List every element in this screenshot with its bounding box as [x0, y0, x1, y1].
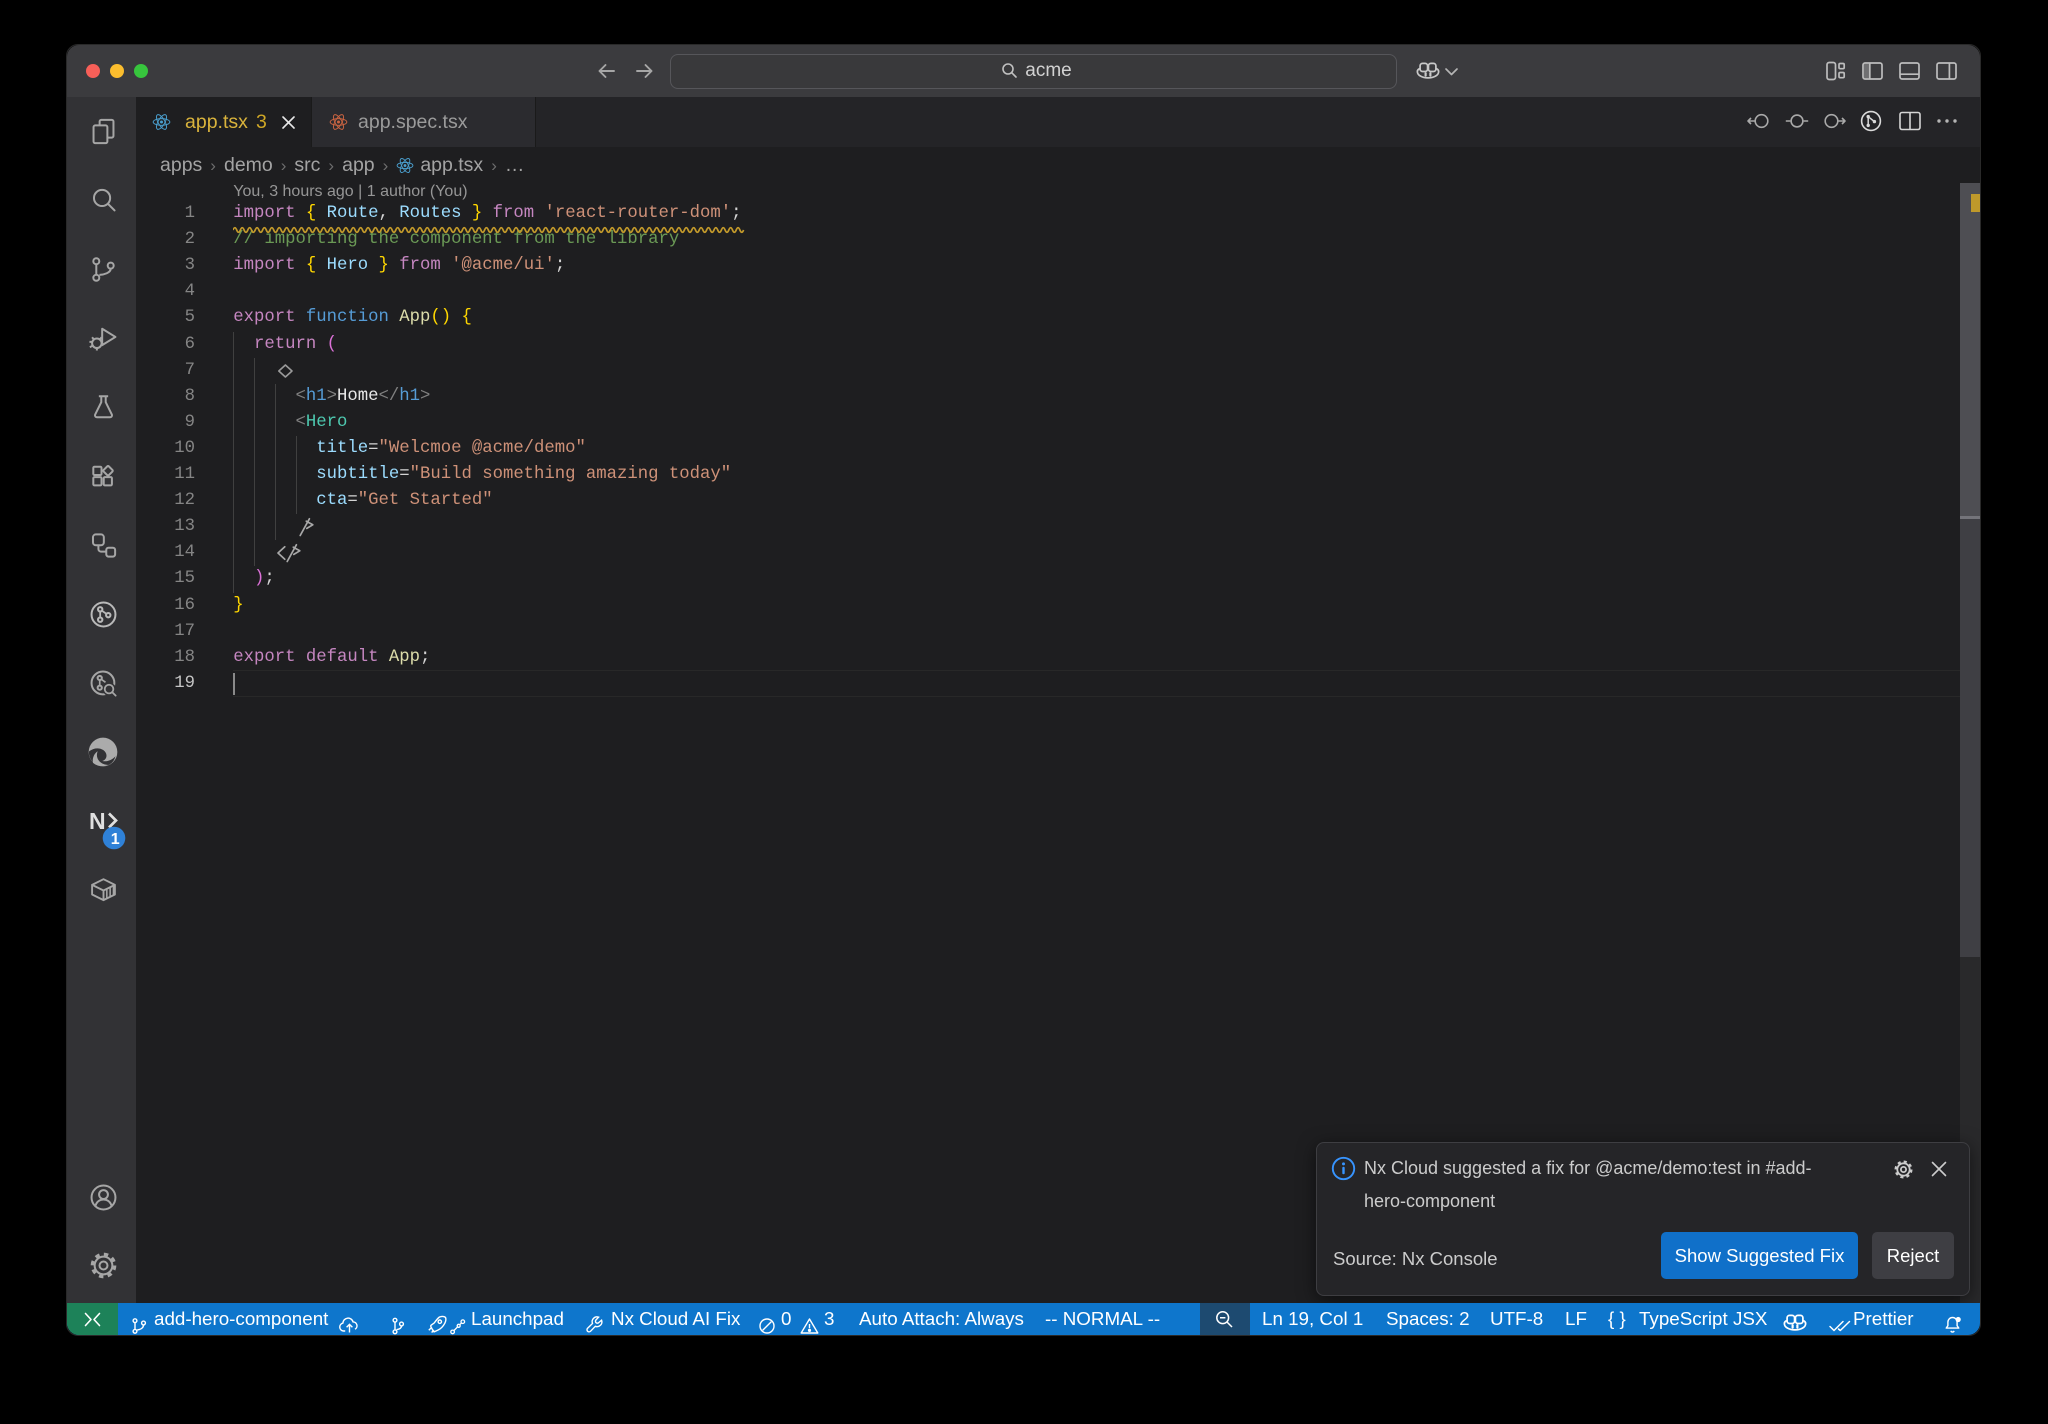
svg-text:1: 1: [111, 831, 120, 848]
svg-text:N: N: [89, 808, 106, 834]
